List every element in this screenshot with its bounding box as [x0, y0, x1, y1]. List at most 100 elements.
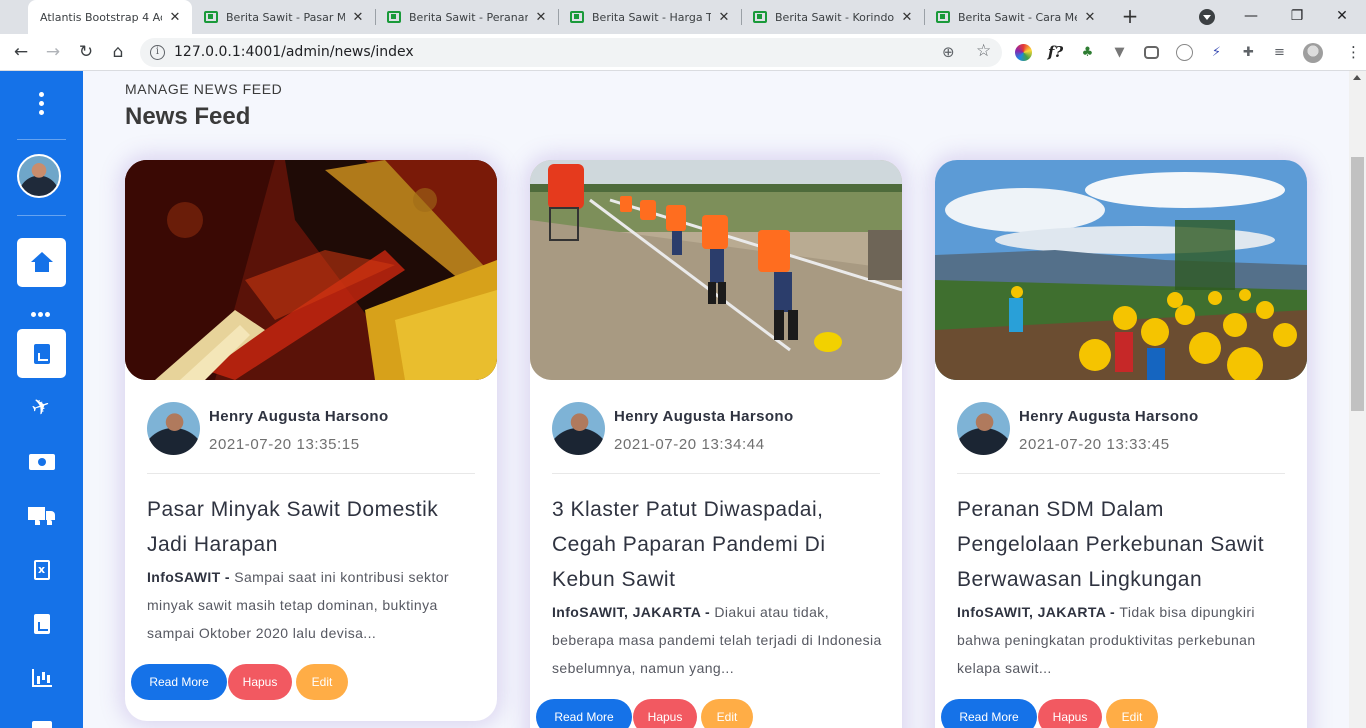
- card-divider: [147, 473, 475, 474]
- sidebar-item-money[interactable]: [17, 437, 66, 486]
- infosawit-favicon-icon: [204, 11, 218, 23]
- infosawit-favicon-icon: [936, 11, 950, 23]
- news-excerpt: InfoSAWIT, JAKARTA - Diakui atau tidak, …: [552, 604, 882, 676]
- news-source: InfoSAWIT, JAKARTA: [552, 604, 701, 620]
- post-timestamp: 2021-07-20 13:33:45: [1019, 436, 1170, 453]
- news-excerpt: InfoSAWIT - Sampai saat ini kontribusi s…: [147, 569, 449, 641]
- sidebar-item-send[interactable]: ✈: [17, 383, 66, 432]
- chat-extension-icon[interactable]: [1144, 46, 1159, 59]
- tab-search-icon[interactable]: [1199, 9, 1215, 25]
- author-avatar: [147, 402, 200, 455]
- card-divider: [957, 473, 1285, 474]
- infosawit-favicon-icon: [387, 11, 401, 23]
- sidebar-item-news[interactable]: [17, 329, 66, 378]
- tab-atlantis[interactable]: Atlantis Bootstrap 4 Admin Dashboard ✕: [28, 0, 192, 34]
- file-pdf-icon: [33, 343, 50, 364]
- sidebar-divider: [17, 139, 66, 140]
- site-info-icon[interactable]: i: [150, 45, 165, 60]
- bookmark-star-icon[interactable]: ☆: [976, 41, 991, 61]
- globe-extension-icon[interactable]: [1176, 44, 1193, 61]
- sidebar-item-document[interactable]: [17, 599, 66, 648]
- maximize-button[interactable]: ❐: [1282, 4, 1312, 28]
- read-more-button[interactable]: Read More: [131, 664, 227, 700]
- news-image-palm-oil: [125, 160, 497, 380]
- forward-arrow-icon[interactable]: →: [41, 40, 65, 64]
- sidebar-item-home[interactable]: [17, 238, 66, 287]
- sidebar-toggle-kebab-icon[interactable]: [17, 79, 66, 128]
- new-tab-button[interactable]: +: [1118, 4, 1142, 30]
- news-title[interactable]: Peranan SDM Dalam Pengelolaan Perkebunan…: [957, 492, 1287, 597]
- news-card: Henry Augusta Harsono 2021-07-20 13:34:4…: [530, 160, 902, 728]
- news-excerpt: InfoSAWIT, JAKARTA - Tidak bisa dipungki…: [957, 604, 1256, 676]
- read-more-button[interactable]: Read More: [536, 699, 632, 728]
- delete-button[interactable]: Hapus: [633, 699, 697, 728]
- minimize-button[interactable]: —: [1236, 4, 1266, 28]
- close-window-button[interactable]: ✕: [1327, 4, 1357, 28]
- sidebar-item-excel[interactable]: x: [17, 545, 66, 594]
- close-icon[interactable]: ✕: [534, 10, 548, 25]
- read-more-button[interactable]: Read More: [941, 699, 1037, 728]
- edit-button[interactable]: Edit: [296, 664, 348, 700]
- close-icon[interactable]: ✕: [351, 10, 365, 25]
- tab-title: Atlantis Bootstrap 4 Admin Dashboard: [40, 10, 162, 24]
- leaf-extension-icon[interactable]: ♣: [1079, 44, 1096, 61]
- sidebar-item-report[interactable]: [17, 653, 66, 702]
- file-icon: [33, 613, 50, 634]
- author-name: Henry Augusta Harsono: [209, 408, 389, 425]
- browser-tab-strip: Atlantis Bootstrap 4 Admin Dashboard ✕ B…: [0, 0, 1366, 34]
- tab-title: Berita Sawit - Korindo: [775, 10, 894, 24]
- delete-button[interactable]: Hapus: [1038, 699, 1102, 728]
- close-icon[interactable]: ✕: [168, 10, 182, 25]
- tab-berita-peranan[interactable]: Berita Sawit - Peranan SDM ✕: [375, 0, 558, 34]
- profile-avatar-icon[interactable]: [1303, 43, 1323, 63]
- user-avatar[interactable]: [17, 154, 61, 198]
- color-picker-extension-icon[interactable]: [1015, 44, 1032, 61]
- author-avatar: [957, 402, 1010, 455]
- browser-menu-icon[interactable]: ⋮: [1345, 44, 1362, 61]
- bolt-extension-icon[interactable]: ⚡: [1208, 44, 1225, 61]
- news-source: InfoSAWIT: [147, 569, 221, 585]
- briefcase-icon: [31, 721, 52, 728]
- extensions-puzzle-icon[interactable]: ✚: [1240, 44, 1257, 61]
- tab-title: Berita Sawit - Pasar Minyak Sawit: [226, 10, 345, 24]
- author-name: Henry Augusta Harsono: [614, 408, 794, 425]
- scroll-up-arrow-icon[interactable]: [1353, 75, 1361, 80]
- paper-plane-icon: ✈: [28, 392, 55, 423]
- tab-title: Berita Sawit - Harga TBS: [592, 10, 711, 24]
- delete-button[interactable]: Hapus: [228, 664, 292, 700]
- sidebar-item-delivery[interactable]: [17, 491, 66, 540]
- page-title: News Feed: [125, 103, 251, 130]
- vue-devtools-extension-icon[interactable]: ▼: [1111, 44, 1128, 61]
- page-scrollbar[interactable]: [1349, 71, 1366, 728]
- news-image-workers-planting: [530, 160, 902, 380]
- edit-button[interactable]: Edit: [701, 699, 753, 728]
- news-title[interactable]: Pasar Minyak Sawit Domestik Jadi Harapan: [147, 492, 477, 562]
- formula-extension-icon[interactable]: f?: [1047, 44, 1064, 61]
- home-icon: [30, 251, 53, 272]
- zoom-icon[interactable]: ⊕: [942, 43, 955, 61]
- edit-button[interactable]: Edit: [1106, 699, 1158, 728]
- close-icon[interactable]: ✕: [900, 10, 914, 25]
- tab-berita-pasar[interactable]: Berita Sawit - Pasar Minyak Sawit ✕: [192, 0, 375, 34]
- url-text[interactable]: 127.0.0.1:4001/admin/news/index: [174, 44, 414, 60]
- sidebar-item-briefcase[interactable]: [17, 707, 66, 728]
- home-icon[interactable]: ⌂: [106, 40, 130, 64]
- news-title[interactable]: 3 Klaster Patut Diwaspadai, Cegah Papara…: [552, 492, 882, 597]
- close-icon[interactable]: ✕: [717, 10, 731, 25]
- tab-berita-korindo[interactable]: Berita Sawit - Korindo ✕: [741, 0, 924, 34]
- scrollbar-thumb[interactable]: [1351, 157, 1364, 411]
- back-arrow-icon[interactable]: ←: [9, 40, 33, 64]
- post-timestamp: 2021-07-20 13:35:15: [209, 436, 360, 453]
- news-image-hardhat-workers: [935, 160, 1307, 380]
- address-bar[interactable]: i 127.0.0.1:4001/admin/news/index ⊕ ☆: [140, 38, 1002, 67]
- close-icon[interactable]: ✕: [1083, 10, 1097, 25]
- tab-berita-cara[interactable]: Berita Sawit - Cara Mengatasi ✕: [924, 0, 1107, 34]
- money-bill-icon: [28, 453, 55, 470]
- tab-berita-harga[interactable]: Berita Sawit - Harga TBS ✕: [558, 0, 741, 34]
- chart-bar-icon: [31, 668, 52, 687]
- card-divider: [552, 473, 880, 474]
- reload-icon[interactable]: ↻: [74, 40, 98, 64]
- post-timestamp: 2021-07-20 13:34:44: [614, 436, 765, 453]
- media-queue-icon[interactable]: ≡: [1271, 44, 1288, 61]
- section-ellipsis-icon: [31, 312, 50, 317]
